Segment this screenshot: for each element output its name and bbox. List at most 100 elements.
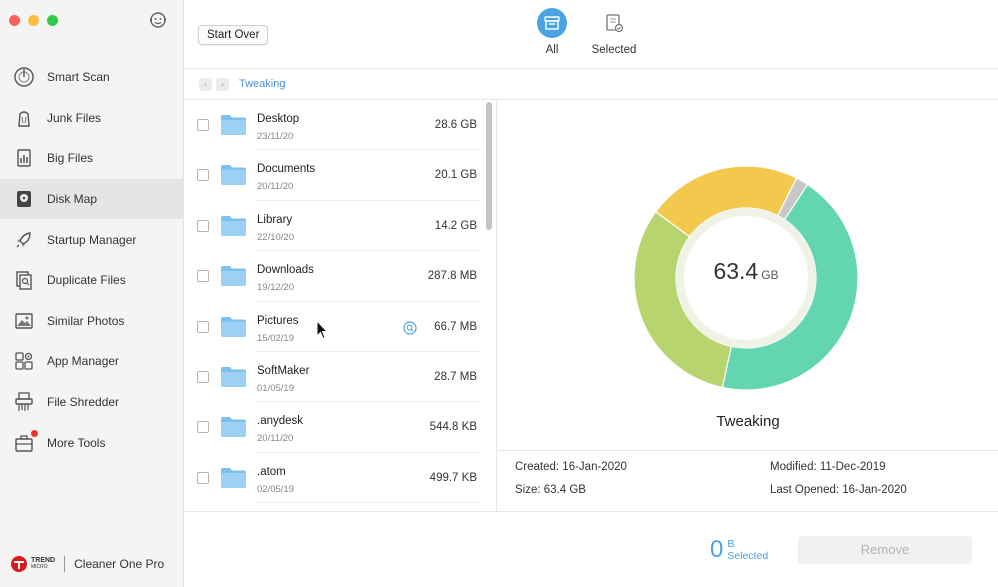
zoom-window-button[interactable] [47, 15, 58, 26]
rocket-icon [12, 228, 36, 252]
breadcrumb: ‹ › Tweaking [185, 69, 998, 100]
selected-size: 0 B Selected [710, 536, 768, 564]
file-checkbox[interactable] [197, 119, 209, 131]
file-row[interactable]: Library 22/10/20 14.2 GB [185, 201, 481, 252]
sidebar-item-file-shredder[interactable]: File Shredder [0, 382, 184, 423]
app-window: Smart Scan Junk Files Big Files Disk Map [0, 0, 998, 587]
photos-icon [12, 309, 36, 333]
file-name: Downloads [257, 264, 314, 277]
sidebar-item-similar-photos[interactable]: Similar Photos [0, 301, 184, 342]
file-row[interactable]: SoftMaker 01/05/19 28.7 MB [185, 352, 481, 403]
file-date: 19/12/20 [257, 282, 294, 294]
file-list-scrollbar[interactable] [486, 102, 492, 230]
file-checkbox[interactable] [197, 270, 209, 283]
file-name: Documents [257, 163, 316, 176]
window-controls [9, 15, 58, 26]
sidebar-item-big-files[interactable]: Big Files [0, 138, 184, 179]
footer: 0 B Selected Remove [185, 511, 998, 587]
file-size: 66.7 MB [434, 320, 477, 333]
row-divider [257, 502, 481, 504]
brand-logo-line2: MICRO [31, 564, 48, 570]
folder-icon [221, 417, 246, 438]
file-row[interactable]: .anydesk 20/11/20 544.8 KB [185, 402, 481, 453]
file-size: 544.8 KB [429, 421, 477, 434]
file-row[interactable]: Downloads 19/12/20 287.8 MB [185, 251, 481, 302]
folder-icon [221, 467, 246, 488]
sidebar: Smart Scan Junk Files Big Files Disk Map [0, 0, 184, 587]
folder-icon [221, 316, 246, 337]
shredder-icon [12, 390, 36, 414]
selected-size-unit: B [727, 538, 735, 550]
sidebar-item-startup-manager[interactable]: Startup Manager [0, 219, 184, 260]
file-name: .anydesk [257, 415, 304, 428]
folder-size: Size: 63.4 GB [515, 484, 586, 496]
breadcrumb-current[interactable]: Tweaking [239, 78, 285, 90]
file-checkbox[interactable] [197, 471, 209, 484]
file-date: 15/02/19 [257, 332, 294, 344]
donut-total-unit: GB [761, 268, 779, 282]
file-name: SoftMaker [257, 365, 310, 377]
file-row[interactable]: .atom 02/05/19 499.7 KB [185, 453, 481, 504]
file-checkbox[interactable] [197, 219, 209, 232]
file-name: Pictures [257, 314, 299, 327]
sidebar-item-duplicate-files[interactable]: Duplicate Files [0, 260, 184, 301]
sidebar-item-label: Disk Map [47, 192, 98, 207]
file-size: 499.7 KB [429, 471, 477, 484]
tab-selected-label: Selected [591, 44, 637, 56]
file-date: 20/11/20 [257, 433, 294, 445]
donut-total: 63.4 GB [633, 258, 859, 285]
folder-title: Tweaking [716, 413, 780, 430]
duplicate-files-icon [12, 268, 36, 292]
folder-icon [221, 165, 246, 186]
tab-all[interactable]: All [522, 8, 582, 56]
file-size: 28.6 GB [434, 119, 477, 131]
sidebar-item-label: File Shredder [47, 395, 120, 410]
back-button[interactable]: ‹ [199, 77, 212, 91]
sidebar-item-label: Duplicate Files [47, 273, 126, 288]
donut-total-value: 63.4 [713, 258, 759, 284]
selected-size-value: 0 [710, 536, 724, 563]
junk-files-icon [12, 106, 36, 130]
forward-button[interactable]: › [216, 77, 229, 91]
file-checkbox[interactable] [197, 320, 209, 333]
sidebar-item-smart-scan[interactable]: Smart Scan [0, 57, 184, 98]
all-files-icon [537, 8, 567, 38]
created-date: Created: 16-Jan-2020 [515, 461, 627, 473]
reveal-in-finder-icon[interactable] [403, 320, 417, 335]
folder-icon [221, 367, 246, 387]
trend-micro-logo: TREND MICRO [10, 555, 55, 573]
file-size: 28.7 MB [434, 371, 477, 383]
tab-selected[interactable]: Selected [584, 8, 644, 56]
detail-panel: 63.4 GB Tweaking Created: 16-Jan-2020 Siz… [498, 100, 998, 511]
sidebar-item-more-tools[interactable]: More Tools [0, 422, 184, 463]
file-size: 20.1 GB [434, 169, 477, 182]
file-row[interactable]: Desktop 23/11/20 28.6 GB [185, 100, 481, 151]
brand-logo-line1: TREND [31, 557, 56, 564]
file-name: Desktop [257, 113, 300, 125]
sidebar-item-app-manager[interactable]: App Manager [0, 341, 184, 382]
sidebar-item-label: Smart Scan [47, 70, 110, 85]
close-window-button[interactable] [9, 15, 20, 26]
brand: TREND MICRO Cleaner One Pro [10, 555, 164, 573]
toolbar: Start Over All Selected [185, 0, 998, 69]
big-files-icon [12, 146, 36, 170]
file-row[interactable]: Documents 20/11/20 20.1 GB [185, 150, 481, 201]
sidebar-item-disk-map[interactable]: Disk Map [0, 178, 184, 220]
sidebar-item-label: App Manager [47, 354, 120, 369]
minimize-window-button[interactable] [28, 15, 39, 26]
selected-files-icon [599, 8, 629, 38]
notification-badge [31, 429, 38, 437]
tab-all-label: All [545, 44, 559, 56]
start-over-button[interactable]: Start Over [198, 25, 269, 45]
file-checkbox[interactable] [197, 421, 209, 434]
remove-button[interactable]: Remove [798, 536, 972, 564]
file-checkbox[interactable] [197, 371, 209, 383]
folder-icon [221, 115, 246, 135]
file-name: .atom [257, 465, 286, 478]
support-icon[interactable] [148, 10, 168, 30]
divider [498, 450, 998, 451]
file-row[interactable]: Pictures 15/02/19 66.7 MB [185, 302, 481, 352]
file-checkbox[interactable] [197, 169, 209, 182]
sidebar-item-junk-files[interactable]: Junk Files [0, 98, 184, 139]
modified-date: Modified: 11-Dec-2019 [770, 461, 886, 473]
